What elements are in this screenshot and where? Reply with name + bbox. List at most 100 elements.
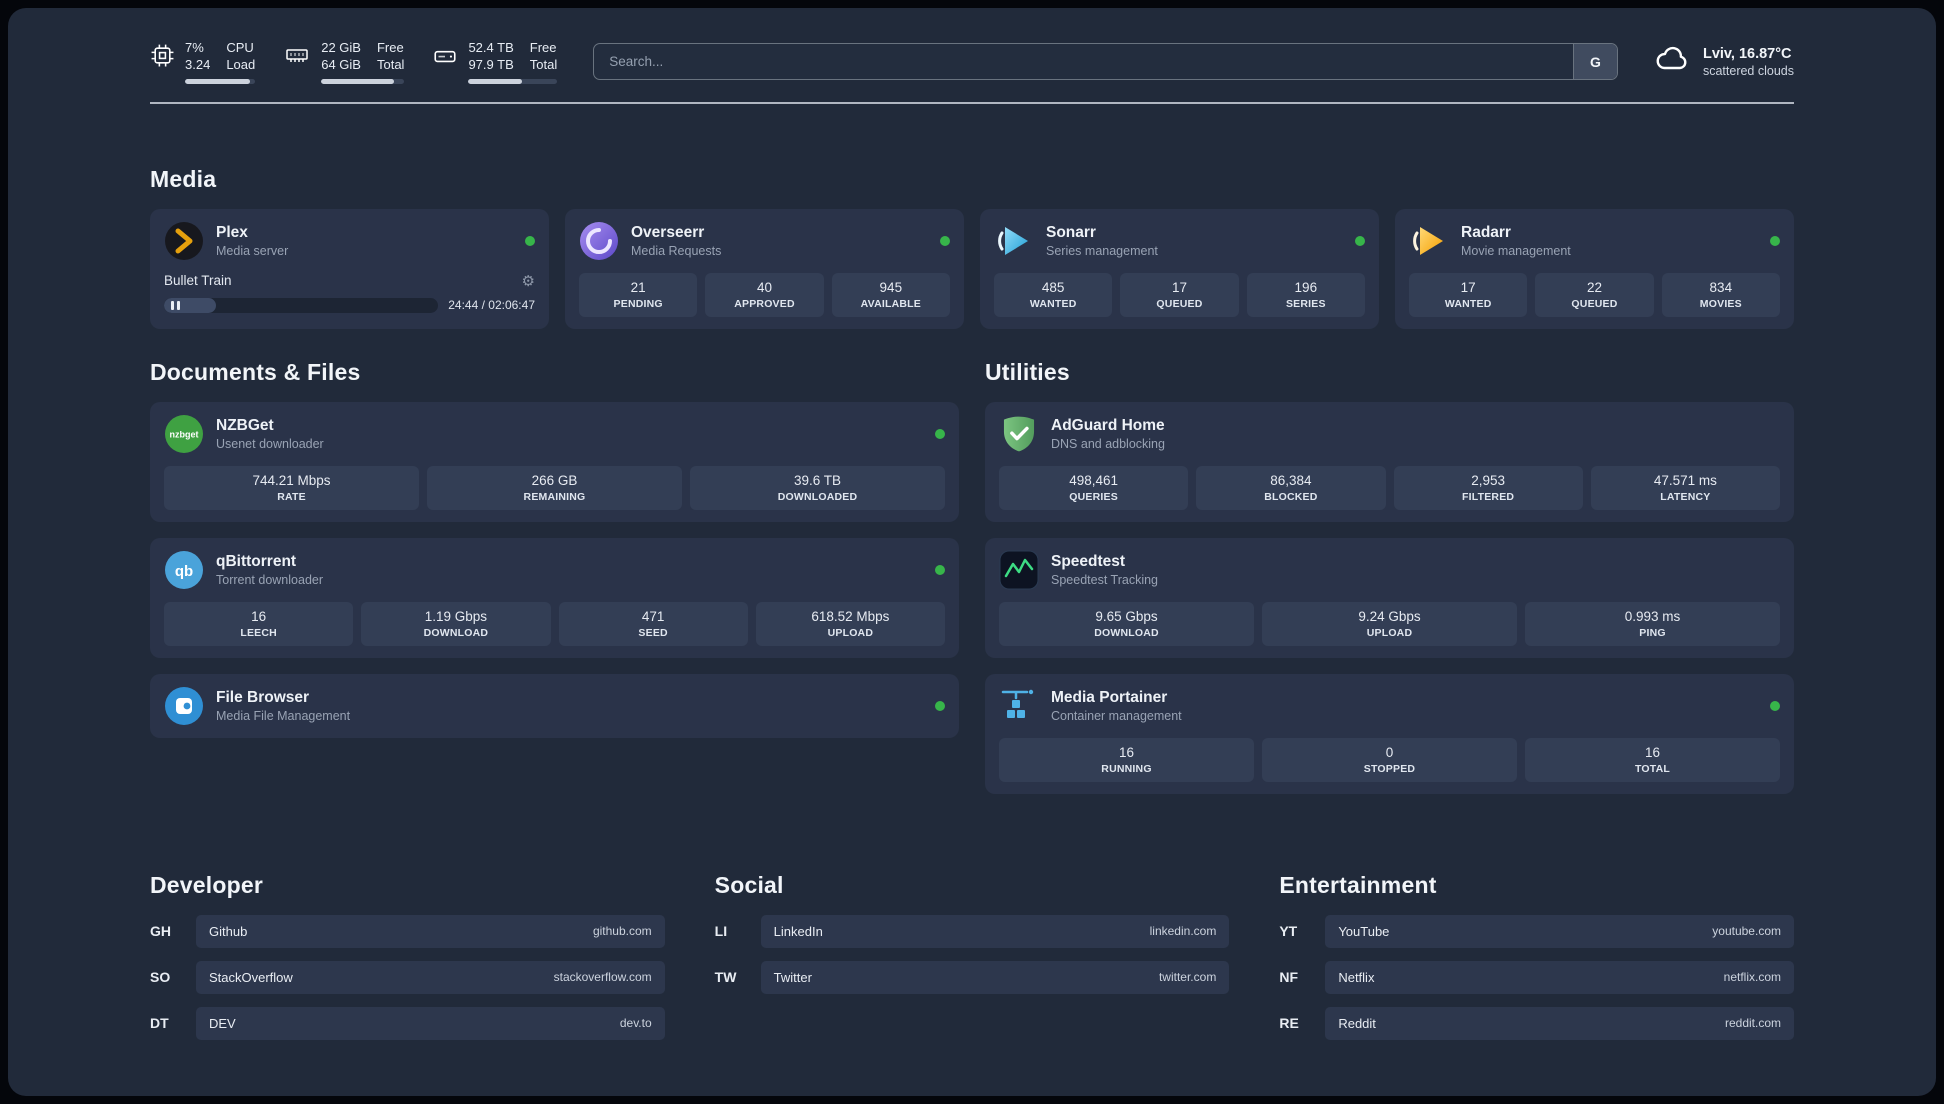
topbar: 7% 3.24 CPU Load 22 GiB 64 GiB Free Total — [150, 40, 1794, 84]
ram-bar — [321, 78, 405, 84]
stat-value: 86,384 — [1270, 472, 1312, 488]
stat-value: 17 — [1460, 279, 1476, 295]
app-name: Radarr — [1461, 223, 1511, 241]
portainer-card[interactable]: Media Portainer Container management 16 R… — [985, 673, 1794, 794]
speedtest-card[interactable]: Speedtest Speedtest Tracking 9.65 Gbps DO… — [985, 537, 1794, 658]
disk-label-1: Free — [529, 40, 557, 55]
app-subtitle: Torrent downloader — [216, 572, 324, 587]
stat-rate: 744.21 Mbps RATE — [164, 465, 419, 510]
cloud-icon — [1654, 41, 1690, 82]
stat-value: 0.993 ms — [1624, 608, 1681, 624]
bookmark-abbr: RE — [1279, 1015, 1299, 1032]
stat-queued: 22 QUEUED — [1535, 272, 1654, 317]
stat-upload: 9.24 Gbps UPLOAD — [1262, 601, 1517, 646]
sonarr-icon — [994, 221, 1034, 261]
status-dot — [1355, 235, 1365, 246]
status-dot — [935, 700, 945, 711]
bookmark-name: Reddit — [1338, 1015, 1376, 1031]
search-input[interactable] — [594, 44, 1573, 80]
app-subtitle: Usenet downloader — [216, 436, 324, 451]
app-name: Speedtest — [1051, 552, 1126, 570]
stat-label: PENDING — [613, 297, 663, 310]
stat-label: DOWNLOADED — [777, 490, 858, 503]
radarr-card[interactable]: Radarr Movie management 17 WANTED 22 QUEUE… — [1395, 208, 1794, 329]
playback-time: 24:44 / 02:06:47 — [448, 298, 535, 313]
stat-value: 9.65 Gbps — [1095, 608, 1158, 624]
stat-label: RUNNING — [1101, 762, 1152, 775]
app-subtitle: Speedtest Tracking — [1051, 572, 1159, 587]
nzbget-icon-text: nzbget — [170, 429, 199, 439]
gear-icon[interactable]: ⚙ — [522, 272, 535, 290]
plex-icon — [164, 221, 204, 261]
playback-progress[interactable] — [164, 297, 439, 313]
filebrowser-icon — [164, 686, 204, 726]
bookmark-linkedin[interactable]: LI LinkedIn linkedin.com — [715, 914, 1230, 948]
bookmark-dev[interactable]: DT DEV dev.to — [150, 1006, 665, 1040]
cpu-bar-fill — [185, 78, 250, 84]
disk-label-2: Total — [529, 56, 558, 72]
stat-label: FILTERED — [1462, 490, 1515, 503]
developer-section: Developer GH Github github.com SO StackOv… — [150, 872, 665, 1053]
ram-free: 22 GiB — [321, 40, 361, 55]
bookmark-url: stackoverflow.com — [553, 970, 652, 985]
stat-series: 196 SERIES — [1246, 272, 1365, 317]
stat-pending: 21 PENDING — [579, 272, 698, 317]
bookmark-abbr: GH — [150, 923, 171, 940]
bookmark-stackoverflow[interactable]: SO StackOverflow stackoverflow.com — [150, 960, 665, 994]
bookmark-reddit[interactable]: RE Reddit reddit.com — [1279, 1006, 1794, 1040]
stat-seed: 471 SEED — [558, 601, 748, 646]
adguard-icon — [999, 414, 1039, 454]
stat-label: QUEUED — [1156, 297, 1203, 310]
stat-label: UPLOAD — [1366, 626, 1413, 639]
app-name: Media Portainer — [1051, 688, 1168, 706]
sonarr-card[interactable]: Sonarr Series management 485 WANTED 17 QUE… — [980, 208, 1379, 329]
overseerr-icon — [579, 221, 619, 261]
bookmark-name: Netflix — [1338, 969, 1375, 985]
stat-wanted: 17 WANTED — [1409, 272, 1528, 317]
cpu-icon — [150, 43, 175, 73]
stat-value: 2,953 — [1471, 472, 1506, 488]
search-engine-button[interactable]: G — [1572, 44, 1617, 80]
app-name: Overseerr — [631, 223, 705, 241]
stat-queries: 498,461 QUERIES — [999, 465, 1189, 510]
app-subtitle: Media File Management — [216, 708, 351, 723]
cpu-percent: 7% — [185, 40, 204, 55]
filebrowser-card[interactable]: File Browser Media File Management — [150, 673, 959, 738]
stat-label: MOVIES — [1699, 297, 1742, 310]
bookmark-youtube[interactable]: YT YouTube youtube.com — [1279, 914, 1794, 948]
adguard-card[interactable]: AdGuard Home DNS and adblocking 498,461 Q… — [985, 401, 1794, 522]
stat-label: DOWNLOAD — [423, 626, 489, 639]
stat-value: 22 — [1586, 279, 1602, 295]
now-playing-title: Bullet Train — [164, 273, 232, 289]
stat-approved: 40 APPROVED — [705, 272, 824, 317]
qbittorrent-card[interactable]: qb qBittorrent Torrent downloader 16 LEEC… — [150, 537, 959, 658]
stat-label: QUERIES — [1069, 490, 1118, 503]
ram-total: 64 GiB — [321, 56, 361, 72]
bookmark-url: dev.to — [619, 1016, 652, 1031]
stat-label: BLOCKED — [1264, 490, 1318, 503]
social-section: Social LI LinkedIn linkedin.com TW Twitte… — [715, 872, 1230, 1053]
qbittorrent-icon-text: qb — [175, 563, 193, 580]
bookmark-url: netflix.com — [1723, 970, 1781, 985]
plex-card[interactable]: Plex Media server Bullet Train ⚙ 24:44 /… — [150, 208, 549, 329]
stat-filtered: 2,953 FILTERED — [1393, 465, 1583, 510]
stat-value: 16 — [251, 608, 267, 624]
bookmark-name: Twitter — [773, 969, 812, 985]
stat-value: 196 — [1294, 279, 1318, 295]
utilities-section-title: Utilities — [985, 358, 1070, 385]
status-dot — [1770, 235, 1780, 246]
stat-label: REMAINING — [523, 490, 586, 503]
disk-icon — [432, 43, 458, 74]
radarr-icon — [1409, 221, 1449, 261]
bookmark-twitter[interactable]: TW Twitter twitter.com — [715, 960, 1230, 994]
pause-icon[interactable] — [171, 298, 180, 313]
overseerr-card[interactable]: Overseerr Media Requests 21 PENDING 40 APP… — [565, 208, 964, 329]
bookmark-github[interactable]: GH Github github.com — [150, 914, 665, 948]
stat-stopped: 0 STOPPED — [1262, 737, 1517, 782]
bookmark-netflix[interactable]: NF Netflix netflix.com — [1279, 960, 1794, 994]
stat-value: 16 — [1644, 744, 1661, 760]
stat-movies: 834 MOVIES — [1661, 272, 1780, 317]
stat-label: SERIES — [1285, 297, 1326, 310]
bookmark-name: Github — [209, 923, 248, 939]
nzbget-card[interactable]: nzbget NZBGet Usenet downloader 744.21 M… — [150, 401, 959, 522]
